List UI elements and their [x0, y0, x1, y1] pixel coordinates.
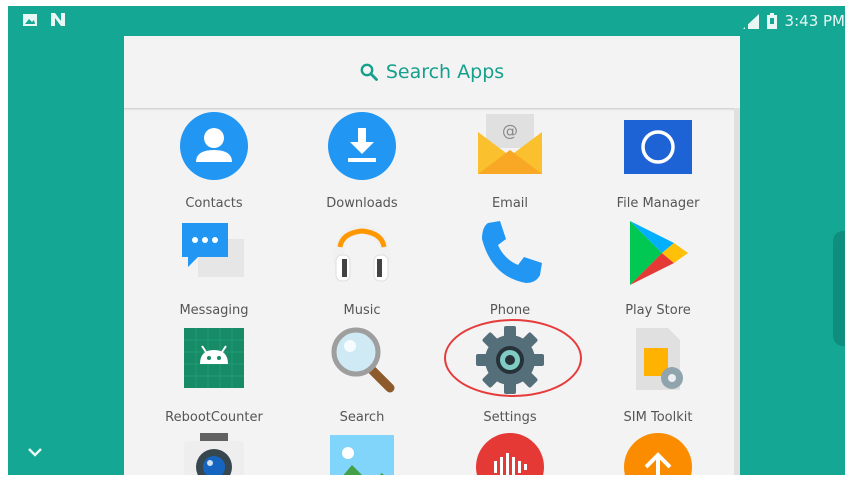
scroll-track	[734, 108, 740, 475]
app-label: Search	[339, 410, 385, 425]
sound-recorder-icon	[476, 433, 544, 475]
n-icon	[51, 13, 65, 26]
updater-icon	[624, 433, 692, 475]
gallery-icon	[330, 435, 394, 475]
app-label: Settings	[483, 410, 537, 425]
downloads-icon	[328, 112, 396, 180]
camera-icon	[184, 433, 244, 475]
search-apps-label: Search Apps	[385, 61, 505, 83]
battery-icon	[766, 13, 777, 29]
app-label: File Manager	[616, 196, 700, 211]
status-time: 3:43 PM	[784, 12, 845, 30]
app-label: RebootCounter	[165, 410, 263, 425]
sim-toolkit-icon	[636, 328, 683, 390]
screen: 3:43 PM Search Apps Contacts Downloads @…	[8, 6, 845, 475]
reboot-counter-icon	[184, 328, 244, 388]
music-icon	[333, 223, 391, 282]
search-apps-bar[interactable]: Search Apps	[124, 36, 740, 109]
search-app-icon	[331, 327, 395, 393]
app-drawer: Search Apps Contacts Downloads @ Email F…	[124, 36, 740, 475]
phone-icon	[482, 221, 542, 283]
play-store-icon	[630, 221, 688, 285]
side-edge-tab[interactable]	[833, 231, 845, 346]
status-bar: 3:43 PM	[8, 6, 845, 36]
app-label: SIM Toolkit	[623, 410, 693, 425]
email-icon: @	[478, 114, 542, 174]
signal-icon	[742, 13, 759, 29]
contacts-icon	[180, 112, 248, 180]
file-manager-icon	[624, 120, 692, 174]
app-label: Downloads	[326, 196, 398, 211]
app-label: Play Store	[625, 303, 691, 318]
search-icon	[360, 63, 378, 81]
svg-text:@: @	[502, 121, 518, 140]
messaging-icon	[182, 223, 244, 277]
app-label: Email	[491, 196, 529, 211]
app-label: Messaging	[179, 303, 249, 318]
app-label: Phone	[489, 303, 531, 318]
app-label: Contacts	[185, 196, 243, 211]
image-icon	[23, 13, 37, 26]
settings-icon	[476, 326, 544, 394]
chevron-down-icon[interactable]	[24, 444, 46, 460]
app-label: Music	[343, 303, 381, 318]
